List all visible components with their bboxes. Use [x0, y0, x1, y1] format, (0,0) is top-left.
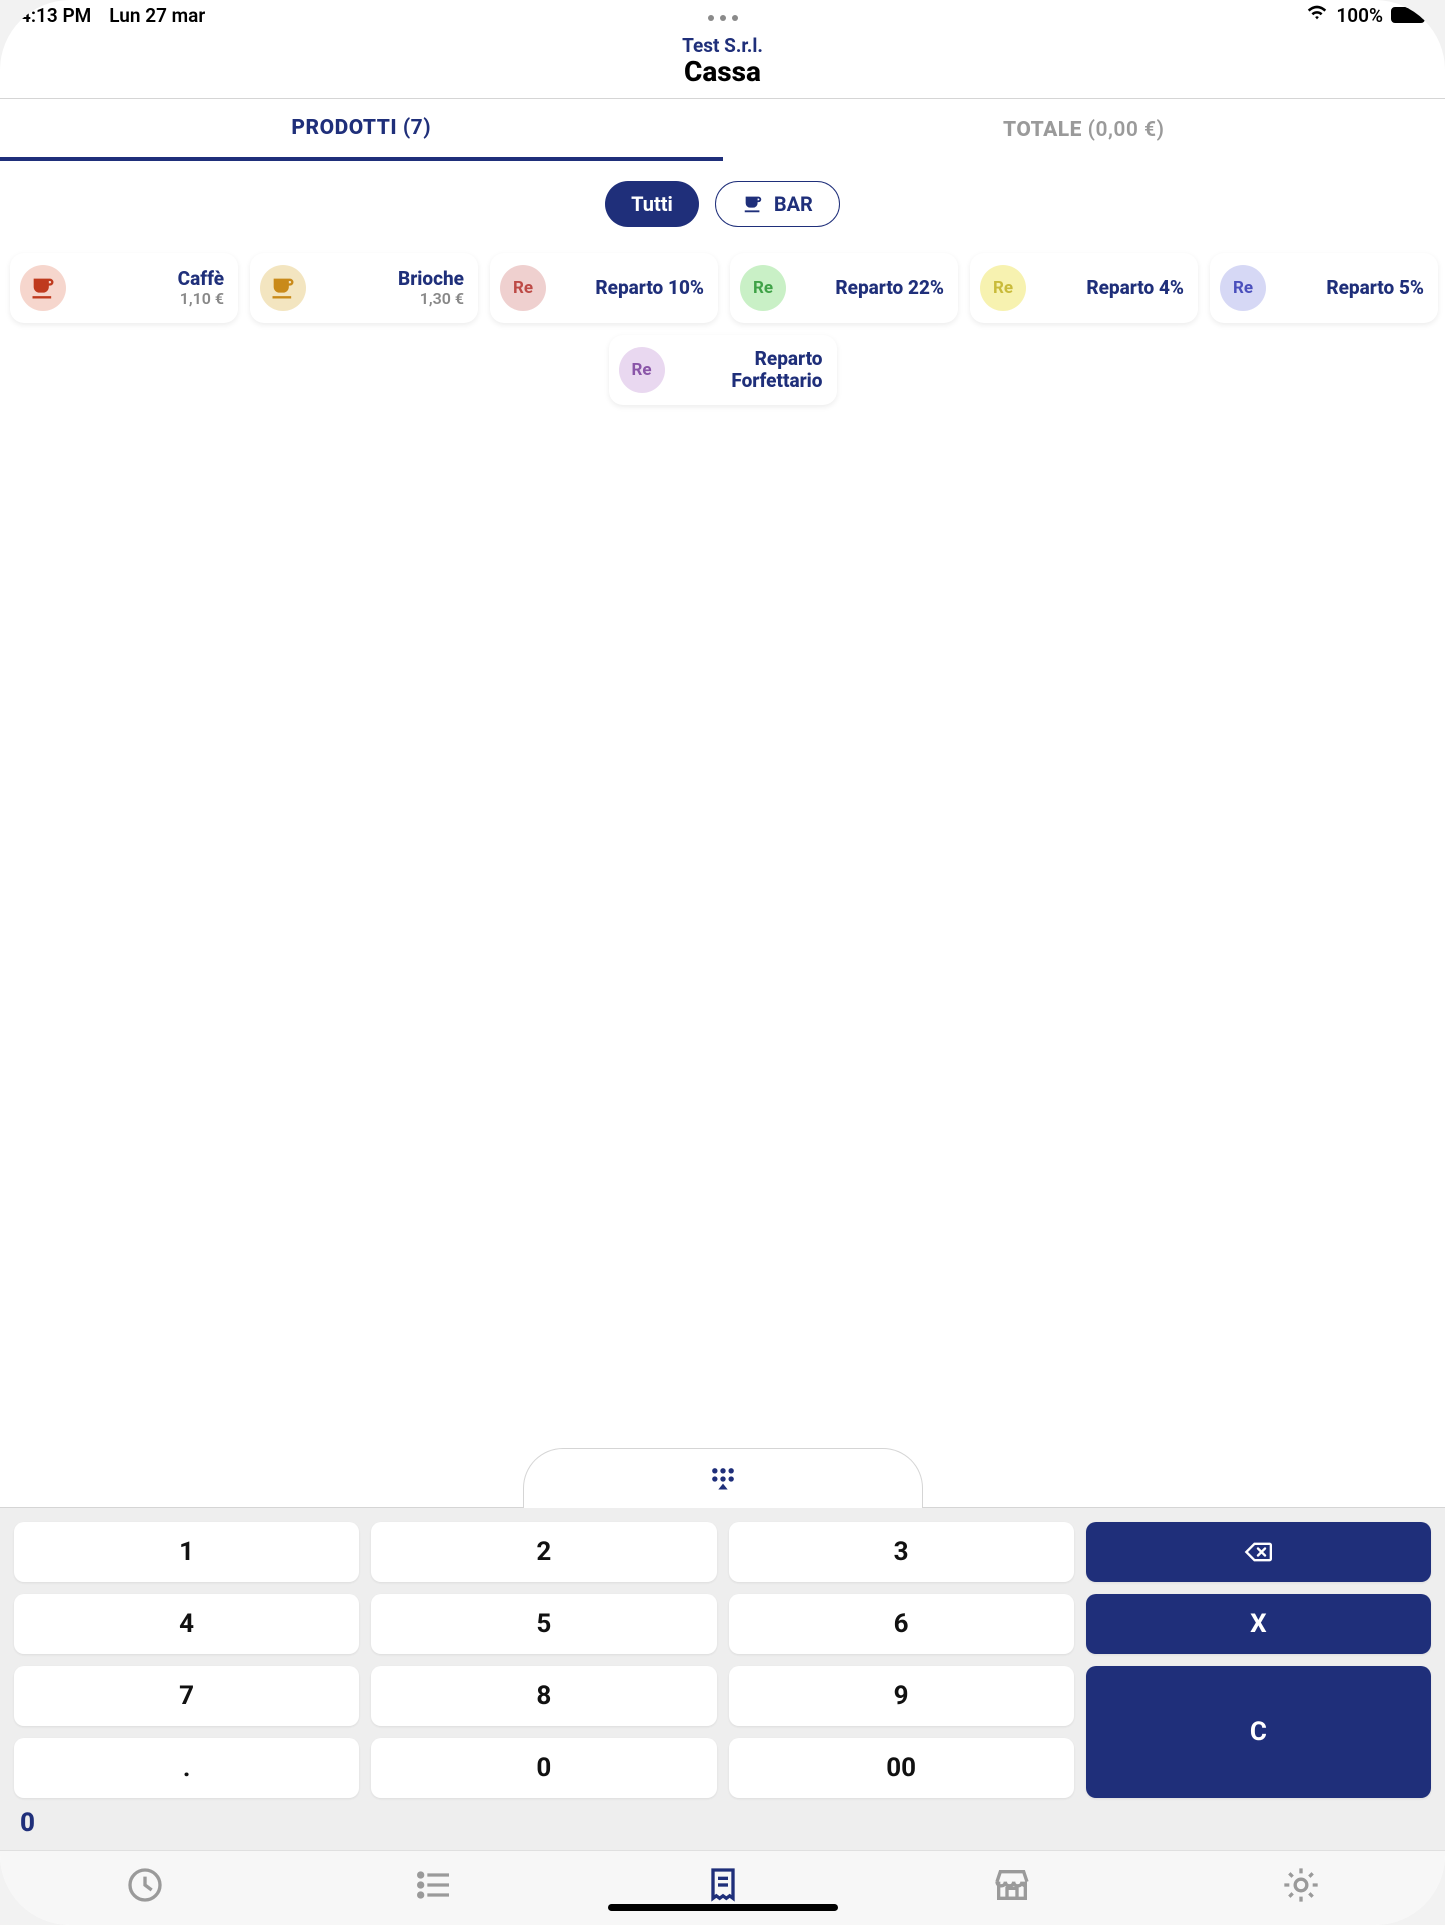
cup-icon — [742, 193, 764, 215]
product-badge: Re — [1220, 265, 1266, 311]
product-card[interactable]: Re Reparto 10% — [490, 253, 718, 323]
key-4[interactable]: 4 — [14, 1594, 359, 1654]
key-2[interactable]: 2 — [371, 1522, 716, 1582]
multitask-dots-icon — [708, 15, 738, 21]
header: Test S.r.l. Cassa — [0, 30, 1445, 99]
key-backspace[interactable] — [1086, 1522, 1431, 1582]
product-card[interactable]: Brioche1,30 € — [250, 253, 478, 323]
wifi-icon — [1306, 2, 1328, 29]
key-multiply[interactable]: X — [1086, 1594, 1431, 1654]
product-card[interactable]: Re Reparto 22% — [730, 253, 958, 323]
battery-percent: 100% — [1336, 4, 1383, 27]
product-badge: Re — [500, 265, 546, 311]
product-badge — [260, 265, 306, 311]
product-name: Reparto Forfettario — [675, 348, 823, 392]
category-filters: Tutti BAR — [0, 161, 1445, 253]
nav-store-button[interactable] — [992, 1865, 1032, 1909]
home-indicator[interactable] — [608, 1904, 838, 1911]
page-title: Cassa — [0, 57, 1445, 88]
product-badge — [20, 265, 66, 311]
product-price: 1,30 € — [316, 290, 464, 308]
status-bar: 4:13 PM Lun 27 mar 100% — [0, 0, 1445, 30]
filter-all-label: Tutti — [631, 192, 673, 216]
product-badge: Re — [619, 347, 665, 393]
key-9[interactable]: 9 — [729, 1666, 1074, 1726]
nav-history-button[interactable] — [125, 1865, 165, 1909]
keypad-icon — [709, 1465, 737, 1493]
key-6[interactable]: 6 — [729, 1594, 1074, 1654]
tab-total-amount: (0,00 €) — [1088, 118, 1165, 142]
product-card[interactable]: Re Reparto 4% — [970, 253, 1198, 323]
key-7[interactable]: 7 — [14, 1666, 359, 1726]
product-grid: Caffè1,10 €Brioche1,30 €ReReparto 10%ReR… — [0, 253, 1445, 405]
list-icon — [414, 1865, 454, 1905]
key-clear[interactable]: C — [1086, 1666, 1431, 1798]
product-price: 1,10 € — [76, 290, 224, 308]
key-5[interactable]: 5 — [371, 1594, 716, 1654]
tab-products[interactable]: PRODOTTI (7) — [0, 99, 723, 161]
keypad-display: 0 — [14, 1804, 1431, 1842]
product-card[interactable]: ReReparto Forfettario — [609, 335, 837, 405]
nav-register-button[interactable] — [703, 1865, 743, 1909]
nav-list-button[interactable] — [414, 1865, 454, 1909]
company-name: Test S.r.l. — [0, 34, 1445, 57]
product-name: Reparto 5% — [1276, 277, 1424, 299]
filter-all-button[interactable]: Tutti — [605, 181, 699, 227]
filter-bar-label: BAR — [774, 192, 813, 216]
main-tabs: PRODOTTI (7) TOTALE (0,00 €) — [0, 99, 1445, 161]
product-name: Reparto 4% — [1036, 277, 1184, 299]
product-name: Brioche — [316, 268, 464, 290]
product-name: Caffè — [76, 268, 224, 290]
key-8[interactable]: 8 — [371, 1666, 716, 1726]
nav-settings-button[interactable] — [1281, 1865, 1321, 1909]
product-badge: Re — [740, 265, 786, 311]
product-card[interactable]: Re Reparto 5% — [1210, 253, 1438, 323]
key-3[interactable]: 3 — [729, 1522, 1074, 1582]
battery-icon — [1391, 7, 1425, 23]
tab-total[interactable]: TOTALE (0,00 €) — [723, 99, 1445, 161]
filter-bar-button[interactable]: BAR — [715, 181, 840, 227]
keypad-section: 123456X789C.000 0 — [0, 1447, 1445, 1850]
status-date: Lun 27 mar — [109, 4, 205, 27]
receipt-icon — [703, 1865, 743, 1905]
tab-products-label: PRODOTTI — [291, 116, 397, 140]
key-1[interactable]: 1 — [14, 1522, 359, 1582]
tab-total-label: TOTALE — [1003, 118, 1082, 142]
gear-icon — [1281, 1865, 1321, 1905]
product-card[interactable]: Caffè1,10 € — [10, 253, 238, 323]
store-icon — [992, 1865, 1032, 1905]
clock-icon — [125, 1865, 165, 1905]
product-badge: Re — [980, 265, 1026, 311]
product-name: Reparto 10% — [556, 277, 704, 299]
product-name: Reparto 22% — [796, 277, 944, 299]
key-0[interactable]: 0 — [371, 1738, 716, 1798]
status-time: 4:13 PM — [20, 4, 91, 27]
tab-products-count: (7) — [403, 116, 431, 140]
key-dot[interactable]: . — [14, 1738, 359, 1798]
bottom-nav — [0, 1850, 1445, 1925]
keypad-toggle-button[interactable] — [523, 1448, 923, 1508]
key-00[interactable]: 00 — [729, 1738, 1074, 1798]
